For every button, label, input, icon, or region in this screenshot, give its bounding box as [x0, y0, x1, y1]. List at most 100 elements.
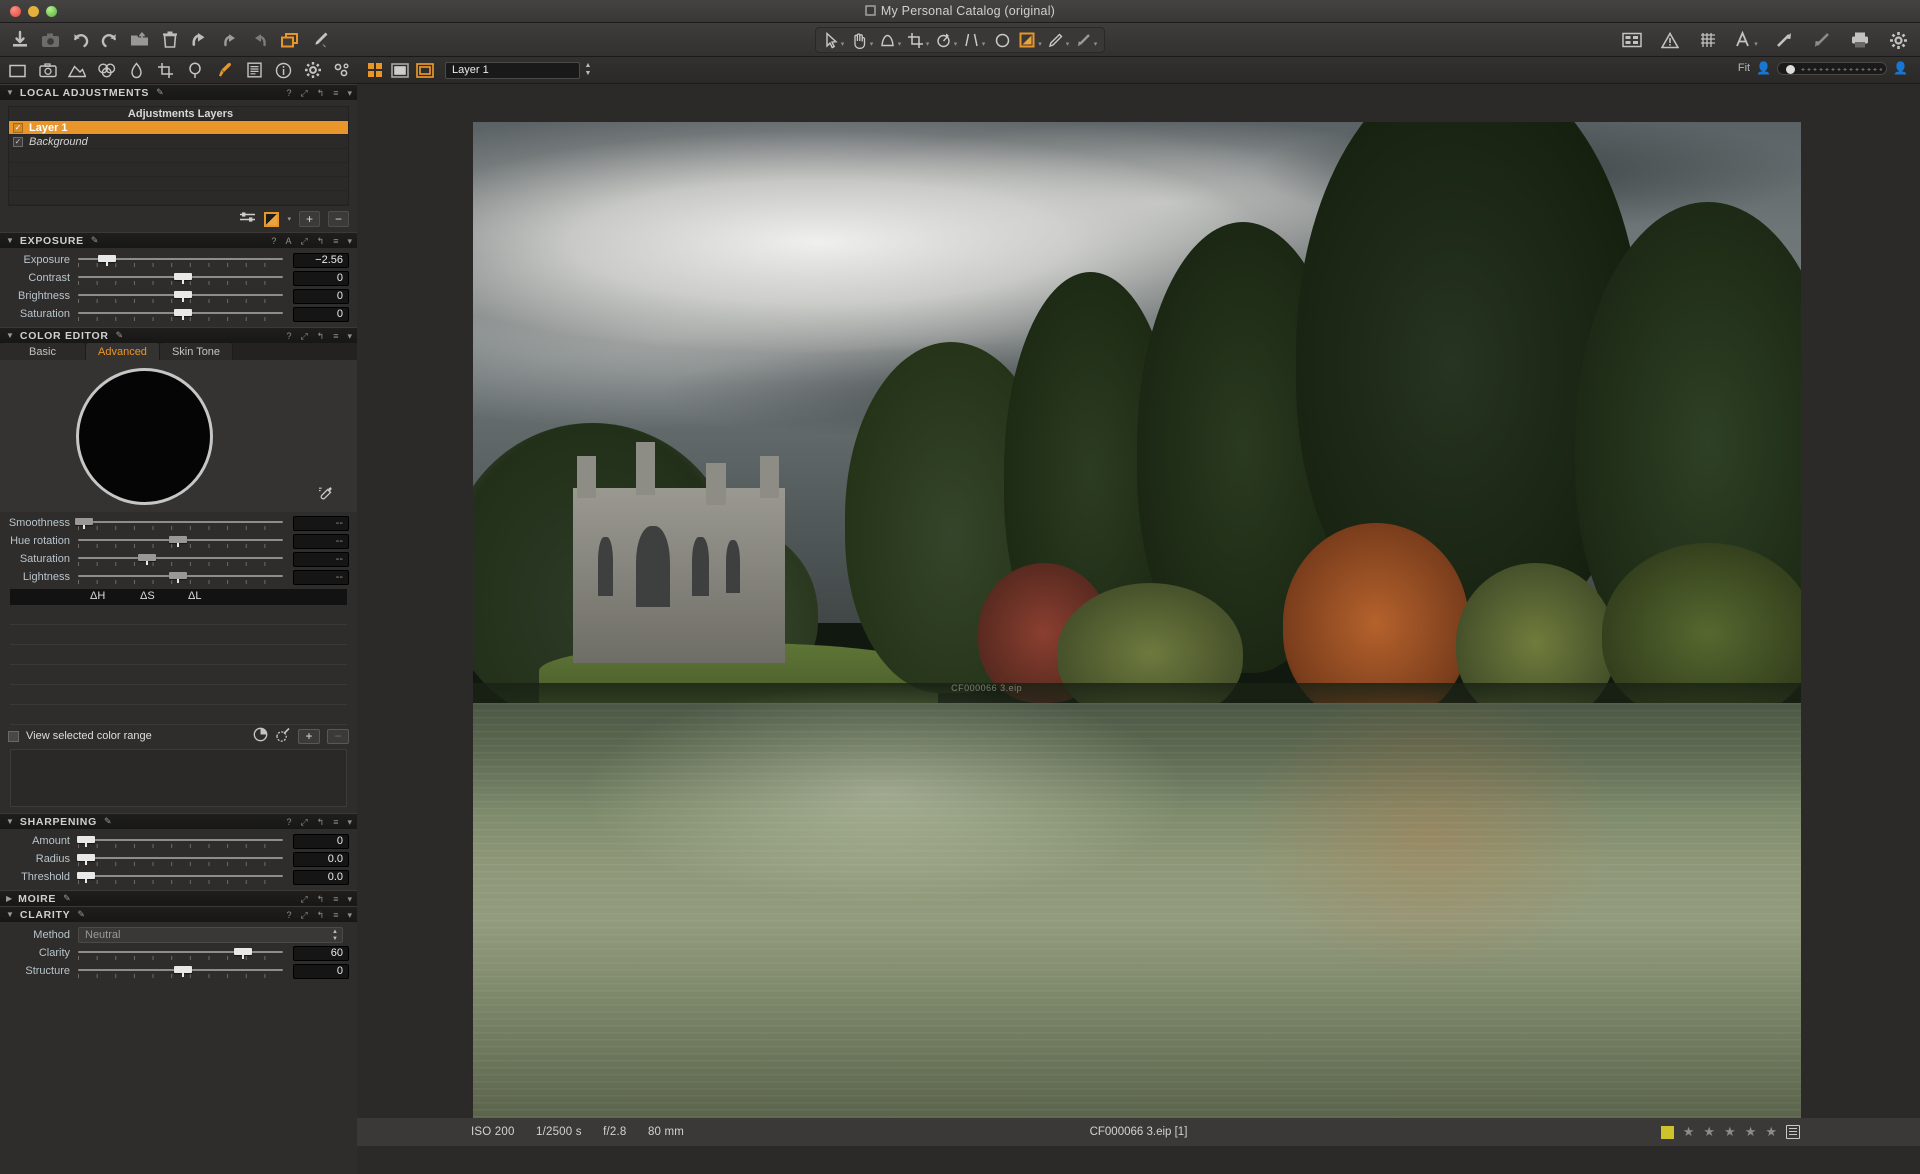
sidebar-item-color[interactable]	[93, 58, 122, 82]
layer-visibility-checkbox[interactable]: ✓	[13, 136, 23, 147]
tool-chevron-icon[interactable]: ▾	[347, 331, 352, 342]
tool-chevron-icon[interactable]: ▾	[347, 817, 352, 828]
help-icon[interactable]: ?	[286, 331, 291, 341]
sidebar-item-lens[interactable]	[63, 58, 92, 82]
gradient-mask-tool[interactable]: ▾	[1044, 27, 1072, 53]
star-3-icon[interactable]: ★	[1724, 1124, 1736, 1140]
slider-knob[interactable]	[169, 572, 188, 583]
sharpening-header[interactable]: ▼ SHARPENING ✎ ? ⤢ ↰ ≡ ▾	[0, 813, 357, 829]
erase-mask-tool[interactable]: ▾	[1072, 27, 1100, 53]
slider-knob[interactable]	[77, 872, 96, 883]
color-picker-icon[interactable]	[317, 485, 335, 506]
slider-knob[interactable]	[75, 518, 94, 529]
table-row-empty[interactable]	[9, 191, 348, 205]
slider-value[interactable]: --	[293, 515, 349, 531]
add-color-range-button[interactable]: +	[298, 728, 320, 744]
tab-skin-tone[interactable]: Skin Tone	[159, 343, 234, 360]
help-icon[interactable]: ?	[271, 236, 276, 246]
slider-track[interactable]	[77, 852, 287, 866]
sidebar-item-output[interactable]	[270, 58, 299, 82]
slider-knob[interactable]	[173, 291, 192, 302]
slider-value[interactable]: 0	[293, 833, 349, 849]
pie-view-icon[interactable]	[253, 727, 268, 745]
slider-value[interactable]: --	[293, 569, 349, 585]
tool-menu-icon[interactable]: ≡	[333, 331, 338, 341]
star-4-icon[interactable]: ★	[1745, 1124, 1757, 1140]
copy-apply-adjustments-icon[interactable]	[276, 27, 304, 53]
rotate-right-icon[interactable]	[96, 27, 124, 53]
export-originals-icon[interactable]	[126, 27, 154, 53]
slider-value[interactable]: 0.0	[293, 851, 349, 867]
expand-icon[interactable]: ⤢	[300, 88, 307, 99]
print-icon[interactable]	[1846, 27, 1874, 53]
collapse-triangle-icon[interactable]: ▼	[6, 817, 14, 826]
exposure-warning-icon[interactable]	[1656, 27, 1684, 53]
slider-track[interactable]	[78, 946, 287, 960]
slider-value[interactable]: --	[293, 551, 349, 567]
star-5-icon[interactable]: ★	[1765, 1124, 1777, 1140]
remove-layer-button[interactable]: −	[328, 211, 349, 227]
redo-icon[interactable]	[246, 27, 274, 53]
zoom-in-icon[interactable]	[1770, 27, 1798, 53]
edit-pen-icon[interactable]: ✎	[116, 330, 124, 341]
slider-knob[interactable]	[173, 966, 192, 977]
slider-track[interactable]	[78, 570, 287, 584]
list-item[interactable]	[10, 645, 347, 665]
star-2-icon[interactable]: ★	[1703, 1124, 1715, 1140]
mask-mode-swatch[interactable]	[264, 211, 280, 227]
expand-triangle-icon[interactable]: ▶	[6, 894, 12, 903]
slider-knob[interactable]	[234, 948, 253, 959]
tool-menu-icon[interactable]: ≡	[333, 88, 338, 98]
tool-chevron-icon[interactable]: ▾	[347, 236, 352, 247]
pointer-tool[interactable]: ▾	[820, 27, 848, 53]
exposure-header[interactable]: ▼ EXPOSURE ✎ ? A ⤢ ↰ ≡ ▾	[0, 232, 357, 248]
color-ranges-list[interactable]	[10, 605, 347, 725]
white-balance-picker[interactable]	[988, 27, 1016, 53]
slider-knob[interactable]	[173, 273, 192, 284]
spot-removal-tool[interactable]: ▾	[876, 27, 904, 53]
zoom-slider[interactable]	[1777, 61, 1888, 75]
add-layer-button[interactable]: +	[299, 211, 320, 227]
tool-menu-icon[interactable]: ≡	[333, 236, 338, 246]
reset-tool-icon[interactable]: ↰	[317, 236, 325, 247]
sidebar-item-capture[interactable]	[34, 58, 63, 82]
slider-track[interactable]	[78, 534, 287, 548]
view-selected-color-range-checkbox[interactable]	[8, 730, 19, 742]
list-item[interactable]	[10, 705, 347, 725]
grid-overlay-icon[interactable]	[1694, 27, 1722, 53]
zoom-out-icon[interactable]	[1808, 27, 1836, 53]
slider-value[interactable]: 0	[293, 288, 349, 304]
reset-tool-icon[interactable]: ↰	[317, 817, 325, 828]
tab-advanced[interactable]: Advanced	[86, 343, 160, 360]
metadata-list-icon[interactable]	[1786, 1125, 1800, 1139]
sidebar-item-adjustments[interactable]	[299, 58, 328, 82]
capture-icon[interactable]	[36, 27, 64, 53]
table-row-empty[interactable]	[9, 149, 348, 163]
list-item[interactable]	[10, 625, 347, 645]
edit-pen-icon[interactable]: ✎	[156, 87, 164, 98]
chevron-down-icon[interactable]: ▲ ▼	[332, 929, 338, 943]
sidebar-item-custom[interactable]	[329, 58, 358, 82]
preferences-icon[interactable]	[1884, 27, 1912, 53]
star-1-icon[interactable]: ★	[1683, 1124, 1695, 1140]
slider-knob[interactable]	[169, 536, 188, 547]
list-item[interactable]	[10, 665, 347, 685]
reset-tool-icon[interactable]: ↰	[317, 88, 325, 99]
slider-value[interactable]: --	[293, 533, 349, 549]
table-row[interactable]: ✓ Background	[9, 135, 348, 149]
expand-icon[interactable]: ⤢	[300, 910, 307, 921]
tool-menu-icon[interactable]: ≡	[333, 910, 338, 920]
auto-adjust-icon[interactable]: A	[285, 236, 291, 246]
preview-image[interactable]: CF000066 3.eip	[473, 122, 1801, 1124]
color-wheel[interactable]	[76, 368, 213, 505]
slider-value[interactable]: −2.56	[293, 252, 349, 268]
tool-chevron-icon[interactable]: ▾	[347, 894, 352, 905]
single-viewer-view-button[interactable]	[390, 61, 410, 79]
slider-track[interactable]	[78, 552, 287, 566]
help-icon[interactable]: ?	[286, 88, 291, 98]
crop-tool[interactable]: ▾	[904, 27, 932, 53]
layer-selector[interactable]: Layer 1	[445, 61, 580, 79]
reset-tool-icon[interactable]: ↰	[317, 331, 325, 342]
edit-pen-icon[interactable]: ✎	[104, 816, 112, 827]
tool-chevron-icon[interactable]: ▾	[347, 910, 352, 921]
